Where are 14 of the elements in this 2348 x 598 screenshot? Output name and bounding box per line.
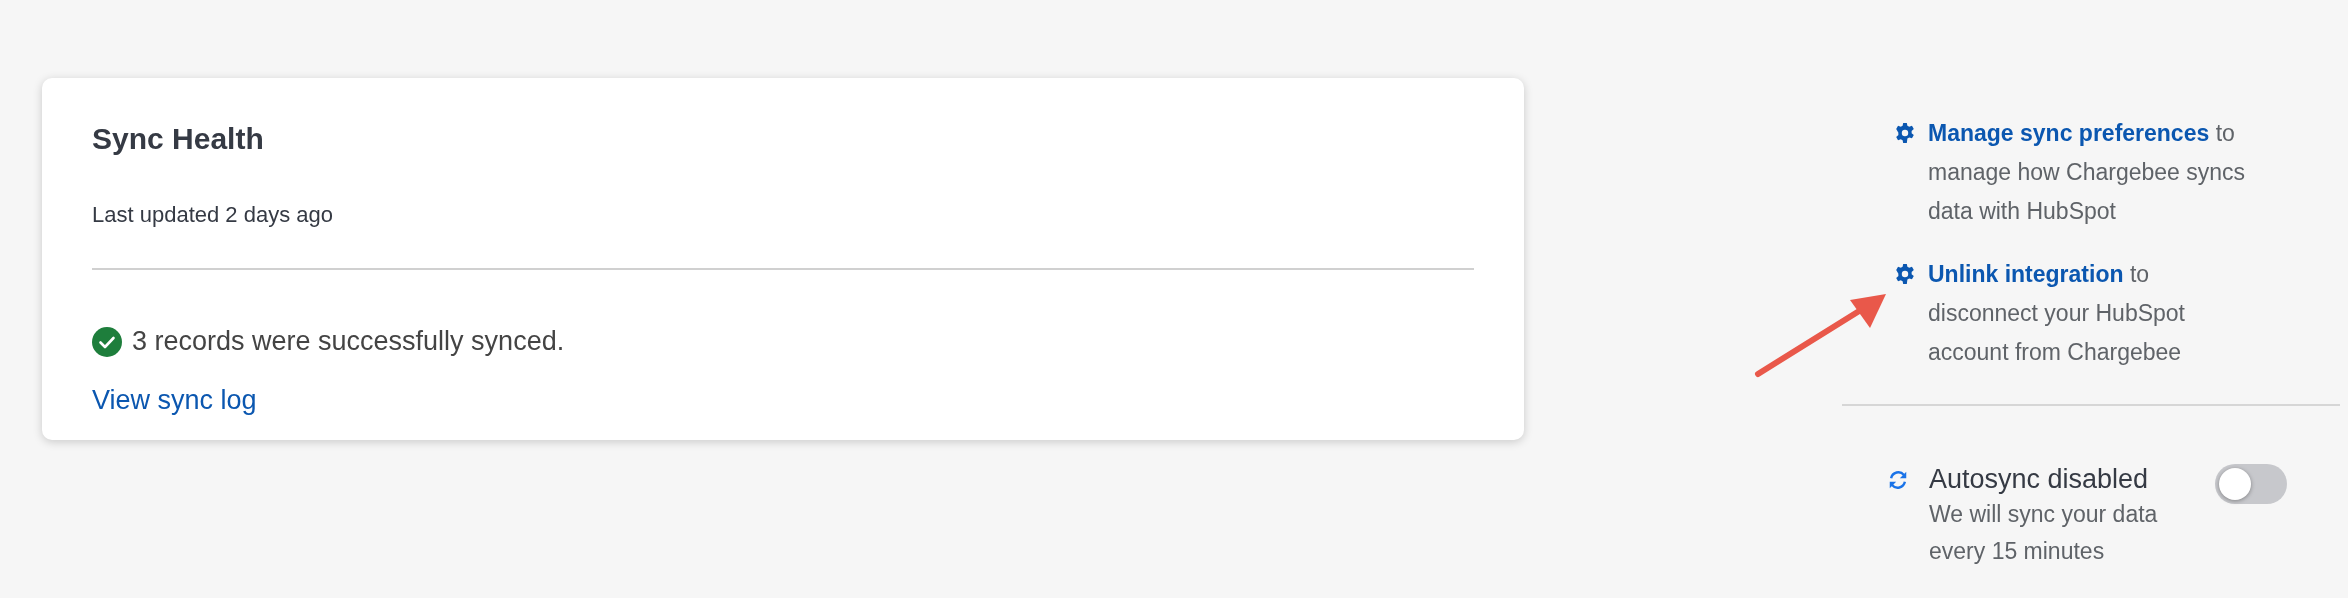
- gear-icon: [1894, 263, 1916, 285]
- card-title: Sync Health: [92, 122, 265, 156]
- action-description: Manage sync preferences to manage how Chargebee syncs data with HubSpot: [1928, 119, 2247, 226]
- action-description: Unlink integration to disconnect your HubSpot account from Chargebee: [1928, 260, 2186, 367]
- last-updated-text: Last updated 2 days ago: [92, 202, 334, 228]
- action-link[interactable]: Manage sync preferences: [1928, 120, 2210, 146]
- autosync-title: Autosync disabled: [1929, 463, 2150, 496]
- action-link[interactable]: Unlink integration: [1928, 261, 2124, 287]
- gear-icon: [1894, 122, 1916, 144]
- view-sync-log-link[interactable]: View sync log: [92, 385, 257, 416]
- autosync-toggle[interactable]: [2215, 464, 2287, 504]
- sync-icon: [1887, 469, 1909, 491]
- autosync-description: We will sync your data every 15 minutes: [1929, 500, 2159, 566]
- sync-status-text: 3 records were successfully synced.: [132, 326, 565, 357]
